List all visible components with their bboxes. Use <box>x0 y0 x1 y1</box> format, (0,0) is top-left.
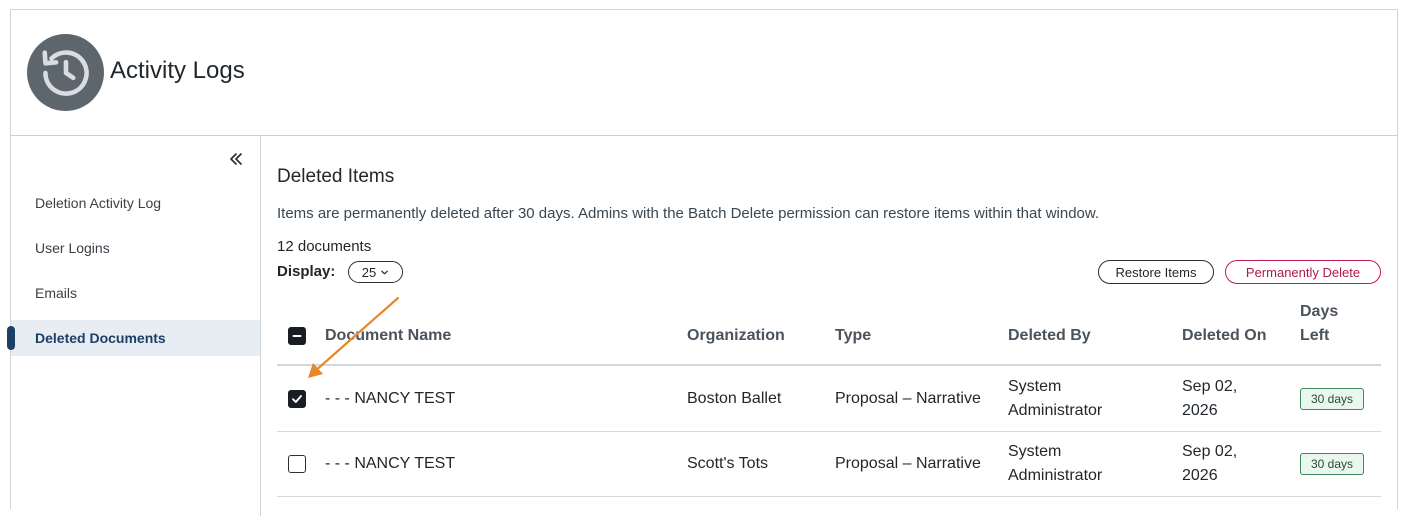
chevron-down-icon <box>380 265 389 280</box>
page-title: Activity Logs <box>110 57 245 84</box>
cell-deleted-by-line2: Administrator <box>1008 467 1103 484</box>
history-icon <box>27 34 104 111</box>
sidebar-item-label: Deletion Activity Log <box>35 195 162 211</box>
column-header-document-name[interactable]: Document Name <box>325 324 451 348</box>
cell-type: Proposal – Narrative <box>835 455 981 472</box>
days-left-badge: 30 days <box>1300 453 1364 475</box>
cell-document-name[interactable]: - - - NANCY TEST <box>325 387 455 411</box>
cell-organization: Scott's Tots <box>687 455 769 472</box>
column-header-days-left-line1[interactable]: Days <box>1300 300 1338 324</box>
document-count: 12 documents <box>277 238 372 255</box>
row-checkbox[interactable] <box>288 390 306 408</box>
sidebar-item-deletion-activity-log[interactable]: Deletion Activity Log <box>11 185 260 221</box>
column-header-days-left-line2[interactable]: Left <box>1300 324 1329 348</box>
days-left-badge: 30 days <box>1300 388 1364 410</box>
table-row[interactable]: - - - NANCY TEST Boston Ballet Proposal … <box>277 367 1381 432</box>
display-select[interactable]: 25 <box>348 261 403 283</box>
cell-deleted-on-line2: 2026 <box>1182 402 1218 419</box>
cell-deleted-by-line1: System <box>1008 378 1062 395</box>
cell-deleted-on-line2: 2026 <box>1182 467 1218 484</box>
sidebar: Deletion Activity Log User Logins Emails… <box>7 136 261 516</box>
cell-deleted-on-line1: Sep 02, <box>1182 443 1238 460</box>
chevrons-left-icon[interactable] <box>227 150 245 168</box>
sidebar-item-label: Emails <box>35 285 78 301</box>
cell-deleted-by-line2: Administrator <box>1008 402 1103 419</box>
column-header-deleted-by[interactable]: Deleted By <box>1008 324 1091 348</box>
page-header: Activity Logs <box>11 10 1397 136</box>
sidebar-item-user-logins[interactable]: User Logins <box>11 230 260 266</box>
display-label: Display: <box>277 263 336 280</box>
cell-type: Proposal – Narrative <box>835 390 981 407</box>
column-header-deleted-on[interactable]: Deleted On <box>1182 324 1266 348</box>
cell-organization: Boston Ballet <box>687 390 782 407</box>
check-icon <box>292 395 302 403</box>
sidebar-item-deleted-documents[interactable]: Deleted Documents <box>7 320 260 356</box>
select-all-checkbox[interactable] <box>288 327 306 345</box>
column-header-organization[interactable]: Organization <box>687 324 785 348</box>
permanently-delete-button[interactable]: Permanently Delete <box>1225 260 1381 284</box>
restore-items-button[interactable]: Restore Items <box>1098 260 1214 284</box>
column-header-type[interactable]: Type <box>835 324 871 348</box>
display-value: 25 <box>361 264 377 280</box>
table-row[interactable]: - - - NANCY TEST Scott's Tots Proposal –… <box>277 432 1381 497</box>
row-checkbox[interactable] <box>288 455 306 473</box>
app-window: Activity Logs Deletion Activity Log User… <box>7 9 1398 516</box>
sidebar-item-emails[interactable]: Emails <box>11 275 260 311</box>
minus-icon <box>292 335 302 337</box>
section-title: Deleted Items <box>277 166 395 187</box>
cell-document-name[interactable]: - - - NANCY TEST <box>325 452 455 476</box>
cell-deleted-on-line1: Sep 02, <box>1182 378 1238 395</box>
sidebar-item-label: Deleted Documents <box>35 330 166 346</box>
section-description: Items are permanently deleted after 30 d… <box>277 205 1100 222</box>
sidebar-item-label: User Logins <box>35 240 110 256</box>
cell-deleted-by-line1: System <box>1008 443 1062 460</box>
table-header: Document Name Organization Type Deleted … <box>277 302 1381 366</box>
